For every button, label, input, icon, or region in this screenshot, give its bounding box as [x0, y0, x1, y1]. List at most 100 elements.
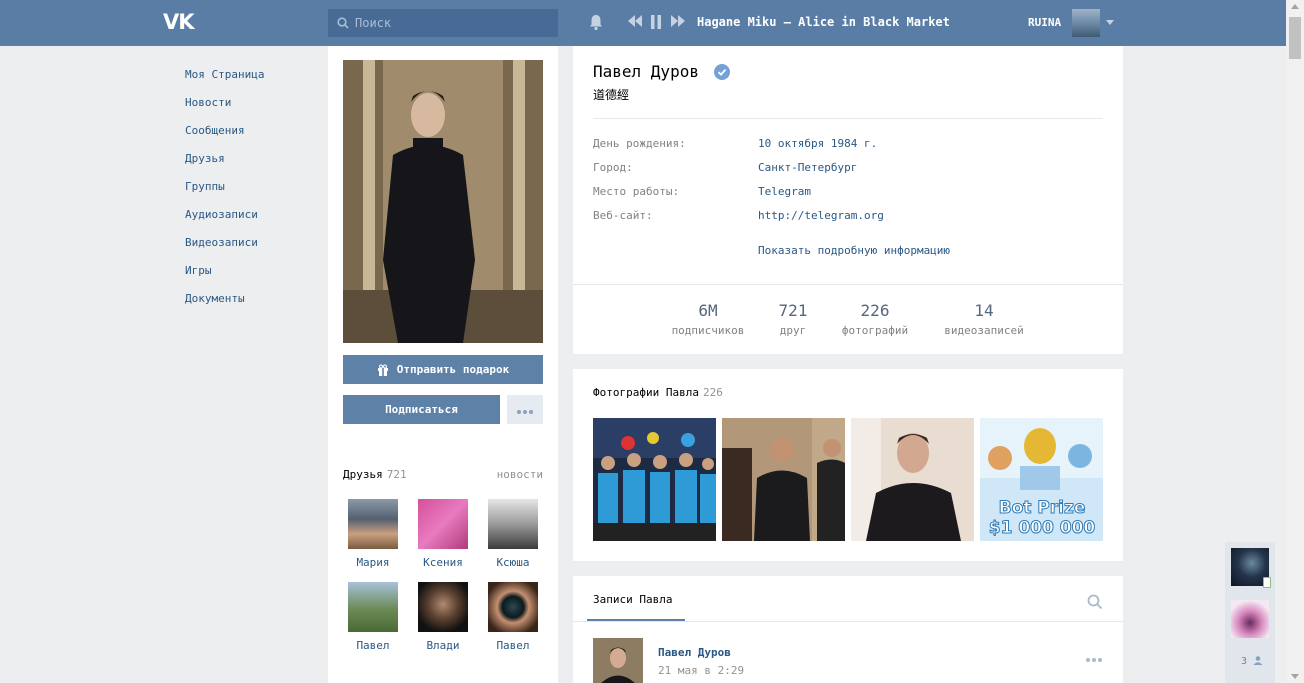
- counter-number: 226: [860, 301, 890, 320]
- photo-thumbnail[interactable]: [593, 418, 716, 541]
- info-label: Город:: [593, 161, 633, 174]
- sidebar-item-video[interactable]: Видеозаписи: [185, 230, 325, 258]
- chat-contact-avatar[interactable]: [1231, 600, 1269, 638]
- chat-contact-avatar[interactable]: [1231, 548, 1271, 588]
- sidebar-item-friends[interactable]: Друзья: [185, 146, 325, 174]
- info-value[interactable]: Санкт-Петербург: [758, 161, 857, 174]
- profile-name: Павел Дуров: [593, 62, 699, 81]
- search-icon[interactable]: [1087, 594, 1103, 610]
- friends-news-link[interactable]: новости: [497, 468, 543, 481]
- friend-avatar[interactable]: [488, 499, 538, 549]
- counter-photos[interactable]: 226 фотографий: [835, 301, 915, 337]
- friend-item[interactable]: Павел: [483, 582, 543, 652]
- user-avatar[interactable]: [1072, 9, 1100, 37]
- friend-item[interactable]: Влади: [413, 582, 473, 652]
- photo-bot-prize-illustration: Bot Prize $1 000 000: [980, 418, 1103, 541]
- online-mobile-icon: [1263, 577, 1271, 588]
- friend-avatar[interactable]: [418, 582, 468, 632]
- friend-avatar[interactable]: [488, 582, 538, 632]
- post-author-name[interactable]: Павел Дуров: [658, 646, 731, 659]
- friend-name[interactable]: Влади: [413, 639, 473, 652]
- sidebar-item-messages[interactable]: Сообщения: [185, 118, 325, 146]
- info-label: День рождения:: [593, 137, 686, 150]
- friend-name[interactable]: Павел: [343, 639, 403, 652]
- send-gift-button[interactable]: Отправить подарок: [343, 355, 543, 384]
- photos-card: Фотографии Павла 226 Bot Prize $1 000 00…: [573, 369, 1123, 561]
- friend-item[interactable]: Ксюша: [483, 499, 543, 569]
- scroll-up-arrow-icon[interactable]: [1286, 0, 1304, 14]
- sidebar-item-news[interactable]: Новости: [185, 90, 325, 118]
- photo-thumbnail[interactable]: Bot Prize $1 000 000: [980, 418, 1103, 541]
- profile-photo[interactable]: [343, 60, 543, 343]
- photos-count: 226: [702, 386, 723, 399]
- sidebar-item-my-page[interactable]: Моя Страница: [185, 62, 325, 90]
- info-value[interactable]: http://telegram.org: [758, 209, 884, 222]
- divider: [573, 621, 1123, 622]
- counter-number: 6M: [698, 301, 718, 320]
- photos-header[interactable]: Фотографии Павла 226: [593, 386, 723, 399]
- photo-thumbnail[interactable]: [722, 418, 845, 541]
- post-author-avatar[interactable]: [593, 638, 643, 683]
- tab-wall-posts[interactable]: Записи Павла: [593, 593, 672, 606]
- photo-portrait-illustration: [851, 418, 974, 541]
- chevron-down-icon[interactable]: [1106, 20, 1114, 25]
- friend-item[interactable]: Павел: [343, 582, 403, 652]
- pause-icon[interactable]: [650, 15, 662, 29]
- counter-number: 14: [974, 301, 994, 320]
- friend-avatar[interactable]: [348, 582, 398, 632]
- wall-card: Записи Павла Павел Дуров 21 мая в 2:29: [573, 576, 1123, 683]
- search-box[interactable]: [328, 9, 558, 37]
- counter-label: друг: [779, 324, 807, 337]
- photos-title: Фотографии Павла: [593, 386, 699, 399]
- counter-friends[interactable]: 721 друг: [763, 301, 823, 337]
- friends-count: 721: [386, 468, 407, 481]
- scrollbar-thumb[interactable]: [1289, 17, 1301, 59]
- friend-item[interactable]: Ксения: [413, 499, 473, 569]
- scroll-down-arrow-icon[interactable]: [1286, 669, 1304, 683]
- counter-followers[interactable]: 6M подписчиков: [668, 301, 748, 337]
- friend-name[interactable]: Ксения: [413, 556, 473, 569]
- photo-thumbnail[interactable]: [851, 418, 974, 541]
- info-value[interactable]: Telegram: [758, 185, 811, 198]
- gift-icon: [377, 364, 388, 376]
- more-actions-button[interactable]: [507, 395, 543, 424]
- counter-videos[interactable]: 14 видеозаписей: [938, 301, 1030, 337]
- next-track-icon[interactable]: [671, 15, 685, 27]
- sidebar-item-audio[interactable]: Аудиозаписи: [185, 202, 325, 230]
- send-gift-label: Отправить подарок: [396, 363, 510, 376]
- sidebar-item-groups[interactable]: Группы: [185, 174, 325, 202]
- previous-track-icon[interactable]: [628, 15, 642, 27]
- friend-avatar[interactable]: [418, 499, 468, 549]
- friend-name[interactable]: Ксюша: [483, 556, 543, 569]
- counter-label: видеозаписей: [944, 324, 1024, 337]
- post-more-button[interactable]: [1085, 651, 1103, 665]
- friend-name[interactable]: Павел: [483, 639, 543, 652]
- friend-avatar[interactable]: [348, 499, 398, 549]
- friends-header: Друзья 721 новости: [343, 468, 543, 481]
- friend-name[interactable]: Мария: [343, 556, 403, 569]
- info-label: Веб-сайт:: [593, 209, 653, 222]
- banner-text-2: $1 000 000: [989, 518, 1096, 538]
- now-playing-track[interactable]: Hagane Miku – Alice in Black Market: [697, 15, 950, 29]
- online-count[interactable]: 3: [1241, 656, 1263, 667]
- show-more-info-link[interactable]: Показать подробную информацию: [758, 244, 950, 257]
- friend-item[interactable]: Мария: [343, 499, 403, 569]
- username[interactable]: RUINA: [1028, 16, 1061, 29]
- sidebar-item-games[interactable]: Игры: [185, 258, 325, 286]
- top-header: VK Hagane Miku – Alice in Black Market R…: [0, 0, 1286, 46]
- subscribe-button[interactable]: Подписаться: [343, 395, 500, 424]
- photo-group-illustration: [722, 418, 845, 541]
- sidebar-item-documents[interactable]: Документы: [185, 286, 325, 314]
- user-icon: [1253, 656, 1263, 665]
- info-value[interactable]: 10 октября 1984 г.: [758, 137, 877, 150]
- info-label: Место работы:: [593, 185, 680, 198]
- profile-photo-illustration: [343, 60, 543, 343]
- profile-info-card: Павел Дуров 道德經 День рождения: 10 октябр…: [573, 46, 1123, 354]
- friends-title[interactable]: Друзья: [343, 468, 383, 481]
- post-date[interactable]: 21 мая в 2:29: [658, 664, 744, 677]
- search-input[interactable]: [355, 9, 545, 37]
- sidebar-nav: Моя Страница Новости Сообщения Друзья Гр…: [185, 62, 325, 314]
- page-scrollbar[interactable]: [1286, 0, 1304, 683]
- notifications-bell-icon[interactable]: [587, 13, 605, 31]
- vk-logo[interactable]: VK: [163, 10, 197, 34]
